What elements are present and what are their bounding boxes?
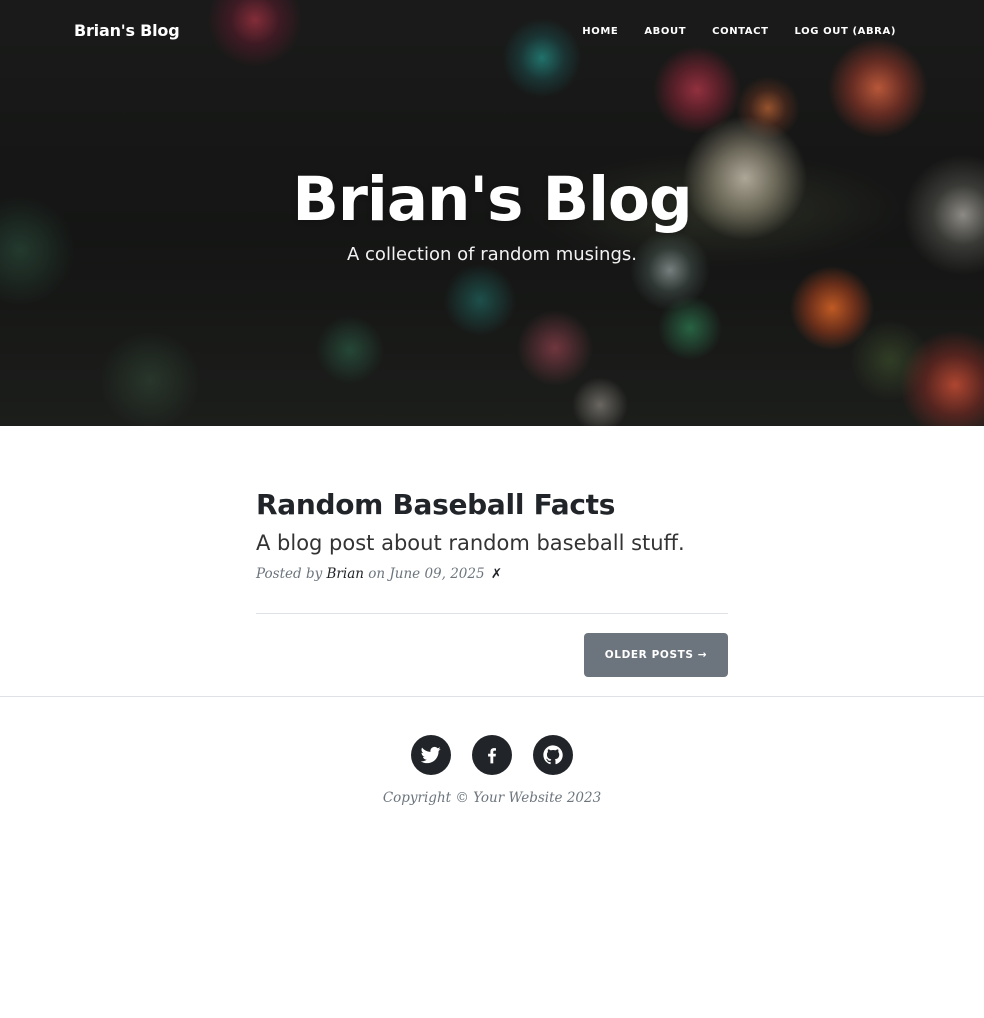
site-heading: Brian's Blog A collection of random musi… xyxy=(0,162,984,268)
masthead: Brian's Blog HOME ABOUT CONTACT LOG OUT … xyxy=(0,0,984,426)
delete-post-icon[interactable]: ✗ xyxy=(491,566,502,582)
page: Brian's Blog HOME ABOUT CONTACT LOG OUT … xyxy=(0,0,984,1018)
footer-border xyxy=(0,696,984,697)
older-posts-button[interactable]: OLDER POSTS → xyxy=(584,633,728,677)
posted-by-label: Posted by xyxy=(256,566,323,582)
post-preview: Random Baseball Facts A blog post about … xyxy=(256,486,728,584)
twitter-link[interactable] xyxy=(411,735,451,775)
main-nav: HOME ABOUT CONTACT LOG OUT (ABRA) xyxy=(582,26,896,37)
site-subtitle: A collection of random musings. xyxy=(347,244,637,265)
nav-item-about[interactable]: ABOUT xyxy=(644,26,686,37)
twitter-icon xyxy=(421,746,441,764)
post-divider xyxy=(256,613,728,614)
site-title: Brian's Blog xyxy=(292,164,692,235)
social-links xyxy=(411,735,573,775)
github-link[interactable] xyxy=(533,735,573,775)
facebook-icon xyxy=(488,748,496,764)
post-title-link[interactable]: Random Baseball Facts xyxy=(256,486,728,524)
github-icon xyxy=(543,745,563,765)
nav-item-contact[interactable]: CONTACT xyxy=(712,26,768,37)
post-list: Random Baseball Facts A blog post about … xyxy=(256,486,728,584)
post-author-link[interactable]: Brian xyxy=(327,566,364,582)
post-meta: Posted by Brian on June 09, 2025 ✗ xyxy=(256,564,728,584)
post-date: on June 09, 2025 xyxy=(368,566,485,582)
post-subtitle[interactable]: A blog post about random baseball stuff. xyxy=(256,528,728,558)
nav-item-logout[interactable]: LOG OUT (ABRA) xyxy=(795,26,896,37)
facebook-link[interactable] xyxy=(472,735,512,775)
nav-item-home[interactable]: HOME xyxy=(582,26,618,37)
copyright-text: Copyright © Your Website 2023 xyxy=(382,790,602,806)
navbar-brand[interactable]: Brian's Blog xyxy=(74,21,180,40)
